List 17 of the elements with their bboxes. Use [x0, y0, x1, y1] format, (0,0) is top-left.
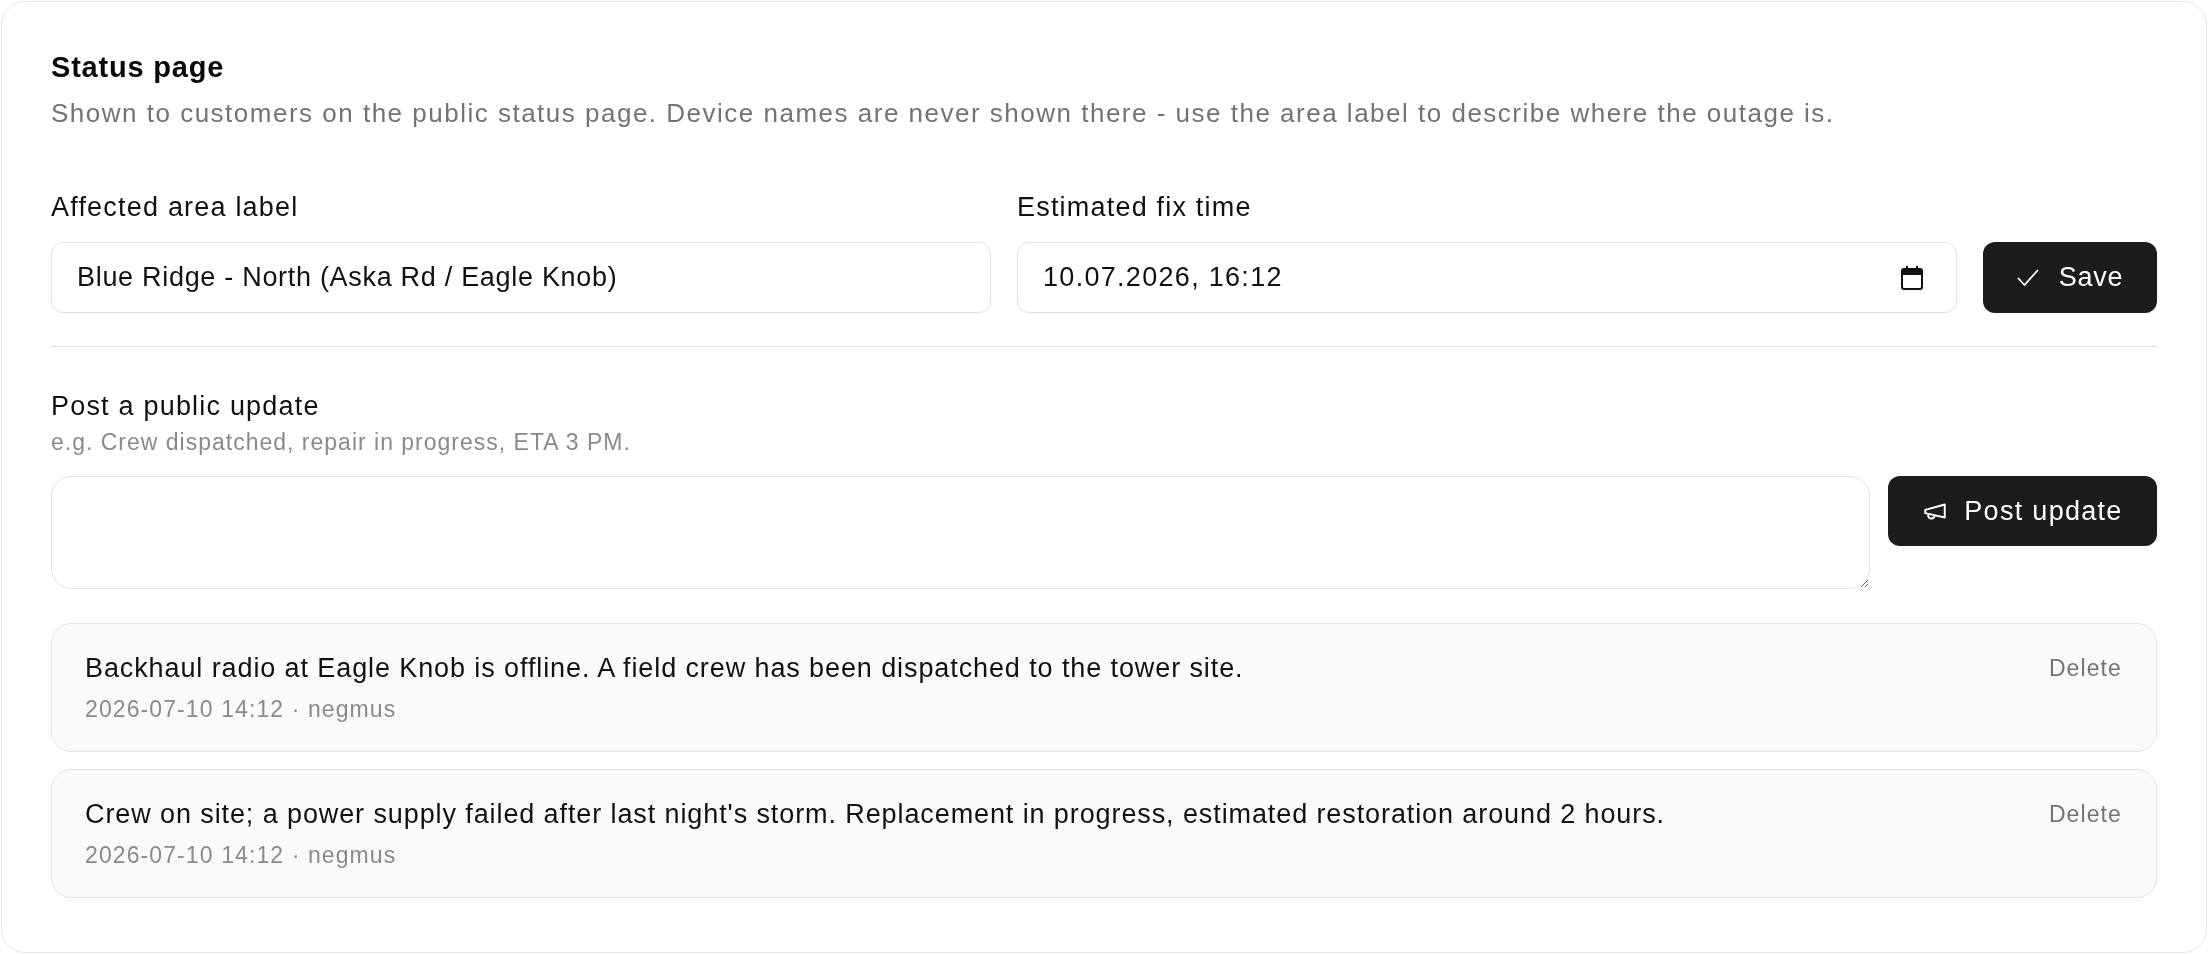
update-meta: 2026-07-10 14:12 · negmus [85, 841, 398, 869]
update-meta: 2026-07-10 14:12 · negmus [85, 695, 398, 723]
post-update-button[interactable]: Post update [1888, 476, 2157, 546]
section-description: Shown to customers on the public status page. Device names are never shown there - use the area label to describe where the outage is. [51, 97, 1836, 129]
area-label-input[interactable]: Blue Ridge - North (Aska Rd / Eagle Knob) [51, 242, 991, 313]
update-text: Backhaul radio at Eagle Knob is offline. A field crew has been dispatched to the tower site. [85, 652, 1244, 684]
delete-button[interactable]: Delete [2048, 654, 2122, 682]
delete-button[interactable]: Delete [2048, 800, 2122, 828]
field-label: Estimated fix time [1017, 191, 1253, 223]
save-button[interactable]: Save [1983, 242, 2157, 313]
date-time-input[interactable]: 10.07.2026, 16:12 [1017, 242, 1957, 313]
field-label: Affected area label [51, 191, 300, 223]
update-form-label: Post a public update [51, 390, 321, 422]
update-form-hint: e.g. Crew dispatched, repair in progress, ETA 3 PM. [51, 428, 632, 456]
update-text: Crew on site; a power supply failed after last night's storm. Replacement in progress, estimated restoration around 2 hours. [85, 798, 1665, 830]
check-icon [2016, 268, 2039, 287]
section-title: Status page [51, 50, 226, 85]
